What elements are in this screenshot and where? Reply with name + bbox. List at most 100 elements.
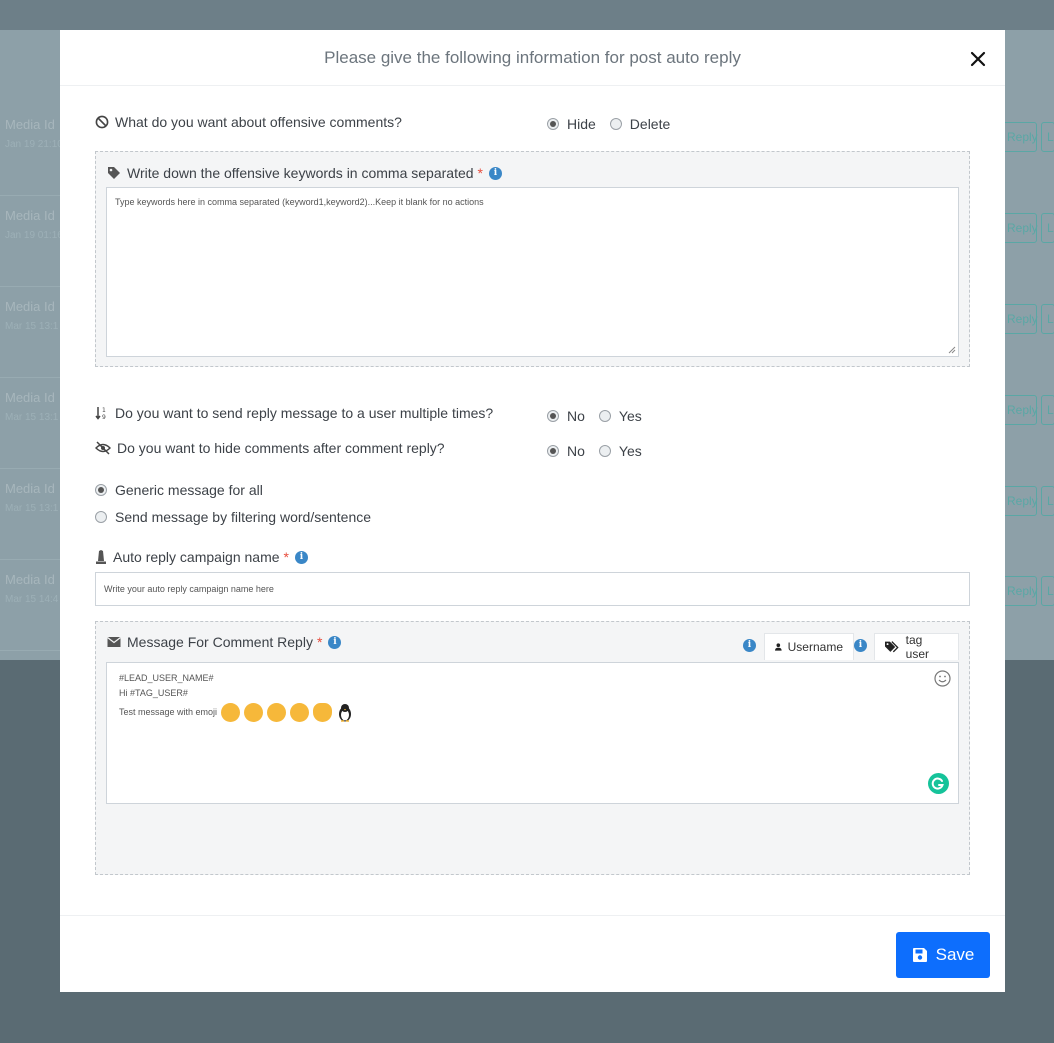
offensive-delete-option[interactable]: Delete bbox=[609, 116, 670, 132]
info-icon[interactable]: i bbox=[295, 550, 308, 564]
message-line: #LEAD_USER_NAME# bbox=[119, 673, 214, 683]
background-header bbox=[0, 0, 1054, 30]
background-buttons: Reply L bbox=[1000, 576, 1054, 606]
background-row: Media Id Jan 19 21:10 bbox=[0, 105, 63, 196]
campaign-label: Auto reply campaign name * i bbox=[95, 549, 308, 565]
tag-icon bbox=[108, 167, 120, 179]
message-mode-filter[interactable]: Send message by filtering word/sentence bbox=[95, 509, 371, 525]
background-buttons: Reply L bbox=[1000, 304, 1054, 334]
media-label: Media Id bbox=[5, 572, 55, 587]
message-line: Hi #TAG_USER# bbox=[119, 688, 188, 698]
filter-message-label: Send message by filtering word/sentence bbox=[115, 509, 372, 525]
multiple-no-label: No bbox=[567, 408, 585, 424]
hide-after-reply-question: Do you want to hide comments after comme… bbox=[95, 440, 445, 456]
more-button: L bbox=[1041, 213, 1054, 243]
info-icon[interactable]: i bbox=[854, 639, 867, 652]
multiple-times-question: 1 9 Do you want to send reply message to… bbox=[95, 405, 493, 421]
campaign-placeholder: Write your auto reply campaign name here bbox=[104, 584, 274, 594]
envelope-icon bbox=[107, 637, 121, 647]
offensive-hide-radio[interactable] bbox=[547, 118, 559, 130]
multiple-no-radio[interactable] bbox=[547, 410, 559, 422]
save-button[interactable]: Save bbox=[896, 932, 990, 978]
hide-yes-radio[interactable] bbox=[598, 445, 611, 457]
info-icon[interactable]: i bbox=[489, 166, 502, 180]
monument-icon bbox=[96, 550, 106, 564]
comment-reply-textarea[interactable]: #LEAD_USER_NAME# Hi #TAG_USER# Test mess… bbox=[106, 662, 959, 804]
offensive-question: What do you want about offensive comment… bbox=[95, 114, 402, 130]
grammarly-icon[interactable] bbox=[928, 773, 949, 794]
hide-after-reply-group: No Yes bbox=[547, 443, 656, 459]
keywords-label: Write down the offensive keywords in com… bbox=[107, 165, 502, 181]
keywords-textarea[interactable]: Type keywords here in comma separated (k… bbox=[106, 187, 959, 357]
modal-header: Please give the following information fo… bbox=[60, 30, 1005, 86]
reply-button: Reply bbox=[1000, 395, 1038, 425]
hide-no-option[interactable]: No bbox=[547, 443, 585, 459]
media-label: Media Id bbox=[5, 481, 55, 496]
background-buttons: Reply L bbox=[1000, 122, 1054, 152]
media-date: Mar 15 13:1 bbox=[5, 321, 59, 332]
multiple-times-text: Do you want to send reply message to a u… bbox=[115, 405, 494, 421]
more-button: L bbox=[1041, 304, 1054, 334]
offensive-question-text: What do you want about offensive comment… bbox=[115, 114, 402, 130]
background-row: Media Id Mar 15 13:1 bbox=[0, 378, 60, 469]
filter-message-radio[interactable] bbox=[95, 511, 107, 523]
hide-yes-option[interactable]: Yes bbox=[598, 443, 642, 459]
cat-emoji-icon bbox=[313, 703, 333, 722]
multiple-yes-radio[interactable] bbox=[598, 410, 611, 422]
keywords-placeholder: Type keywords here in comma separated (k… bbox=[115, 197, 484, 207]
modal-footer: Save bbox=[60, 915, 1005, 992]
media-label: Media Id bbox=[5, 117, 55, 132]
username-button-label: Username bbox=[787, 640, 843, 654]
background-row: Media Id Mar 15 13:1 bbox=[0, 287, 60, 378]
hide-no-label: No bbox=[567, 443, 585, 459]
username-button[interactable]: Username bbox=[764, 633, 854, 660]
resize-handle-icon[interactable] bbox=[948, 346, 956, 354]
multiple-times-group: No Yes bbox=[547, 408, 656, 424]
media-date: Mar 15 13:1 bbox=[5, 503, 59, 514]
campaign-name-input[interactable]: Write your auto reply campaign name here bbox=[95, 572, 970, 606]
media-date: Mar 15 13:1 bbox=[5, 412, 59, 423]
user-icon bbox=[775, 643, 782, 651]
background-buttons: Reply L bbox=[1000, 486, 1054, 516]
info-icon[interactable]: i bbox=[743, 639, 756, 652]
tag-user-button[interactable]: tag user bbox=[874, 633, 959, 661]
background-buttons: Reply L bbox=[1000, 395, 1054, 425]
message-line: Test message with emoji bbox=[119, 707, 218, 717]
tag-user-button-label: tag user bbox=[905, 633, 929, 661]
message-line-emoji: Test message with emoji bbox=[119, 703, 946, 722]
generic-message-radio[interactable] bbox=[95, 484, 107, 496]
grimace-emoji-icon bbox=[290, 703, 310, 722]
generic-message-label: Generic message for all bbox=[115, 482, 263, 498]
multiple-yes-option[interactable]: Yes bbox=[598, 408, 642, 424]
emoji-picker-icon[interactable] bbox=[934, 670, 951, 687]
comment-reply-label: Message For Comment Reply * i bbox=[107, 634, 342, 650]
offensive-delete-radio[interactable] bbox=[609, 118, 622, 130]
campaign-label-text: Auto reply campaign name bbox=[113, 549, 280, 565]
more-button: L bbox=[1041, 576, 1054, 606]
media-date: Jan 19 21:10 bbox=[5, 139, 63, 150]
ban-icon bbox=[95, 115, 109, 129]
keywords-section: Write down the offensive keywords in com… bbox=[95, 151, 970, 367]
hide-no-radio[interactable] bbox=[547, 445, 559, 457]
background-buttons: Reply L bbox=[1000, 213, 1054, 243]
background-row: Media Id Jan 19 01:16 bbox=[0, 196, 63, 287]
required-mark: * bbox=[477, 165, 483, 181]
hide-after-reply-text: Do you want to hide comments after comme… bbox=[117, 440, 445, 456]
reply-button: Reply bbox=[1000, 304, 1038, 334]
multiple-yes-label: Yes bbox=[618, 408, 642, 424]
info-icon[interactable]: i bbox=[328, 635, 342, 649]
comment-reply-section: Message For Comment Reply * i i Username… bbox=[95, 621, 970, 875]
offensive-hide-label: Hide bbox=[567, 116, 596, 132]
svg-text:1: 1 bbox=[102, 407, 106, 414]
offensive-hide-option[interactable]: Hide bbox=[547, 116, 596, 132]
keywords-label-text: Write down the offensive keywords in com… bbox=[127, 165, 474, 181]
kissing-emoji-icon bbox=[244, 703, 264, 722]
media-label: Media Id bbox=[5, 299, 55, 314]
multiple-no-option[interactable]: No bbox=[547, 408, 585, 424]
penguin-emoji-icon bbox=[339, 704, 352, 722]
sort-icon: 1 9 bbox=[95, 407, 106, 420]
close-button[interactable] bbox=[969, 50, 987, 68]
tongue-emoji-icon bbox=[221, 703, 241, 722]
message-mode-generic[interactable]: Generic message for all bbox=[95, 482, 263, 498]
more-button: L bbox=[1041, 486, 1054, 516]
